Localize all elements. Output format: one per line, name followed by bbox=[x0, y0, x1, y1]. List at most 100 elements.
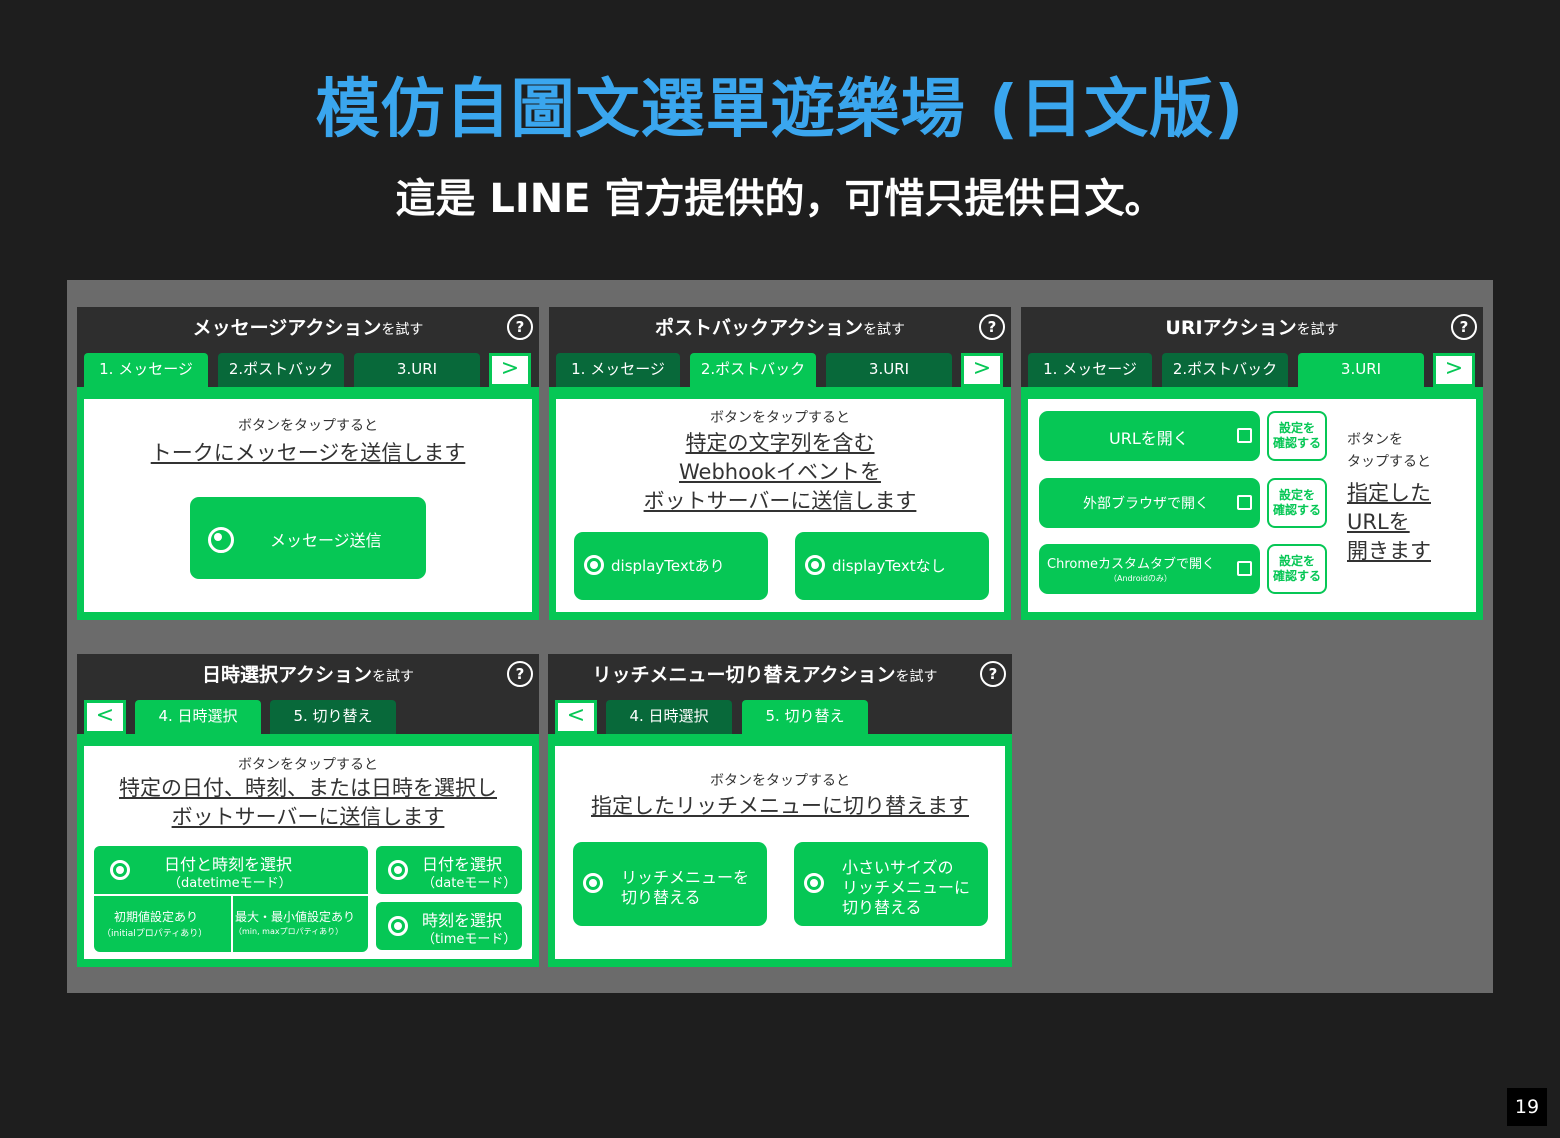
description-line: ボットサーバーに送信します bbox=[171, 805, 445, 829]
help-icon[interactable]: ? bbox=[979, 314, 1005, 340]
panel-body: URLを開く 設定を 確認する 外部ブラウザで開く 設定を 確認する Chromeカ… bbox=[1021, 387, 1483, 620]
help-icon[interactable]: ? bbox=[980, 661, 1006, 687]
button-label: Chromeカスタムタブで開く bbox=[1047, 557, 1215, 572]
chevron-right-icon[interactable]: > bbox=[1433, 353, 1475, 387]
tap-prompt: ボタンをタップすると bbox=[710, 773, 850, 789]
help-icon[interactable]: ? bbox=[507, 661, 533, 687]
confirm-settings-button[interactable]: 設定を 確認する bbox=[1267, 544, 1327, 594]
panel-title: リッチメニュー切り替えアクションを試す bbox=[592, 664, 938, 686]
android-only-note: （Androidのみ） bbox=[1109, 574, 1172, 583]
radio-icon bbox=[584, 555, 604, 575]
radio-icon bbox=[388, 860, 408, 880]
panel-content: ボタンをタップすると 特定の日付、時刻、または日時を選択し ボットサーバーに送信… bbox=[84, 746, 532, 959]
confirm-settings-button[interactable]: 設定を 確認する bbox=[1267, 411, 1327, 461]
external-link-icon bbox=[1237, 561, 1252, 576]
button-label: displayTextなし bbox=[832, 557, 946, 575]
initial-value-option[interactable]: 初期値設定あり （initialプロパティあり） bbox=[94, 896, 231, 952]
panel-header: リッチメニュー切り替えアクションを試す ? < 4. 日時選択 5. 切り替え bbox=[548, 654, 1012, 734]
time-mode-button[interactable]: 時刻を選択 （timeモード） bbox=[376, 902, 522, 950]
display-text-on-button[interactable]: displayTextあり bbox=[574, 532, 768, 600]
panel-header: URIアクションを試す ? 1. メッセージ 2.ポストバック 3.URI > bbox=[1021, 307, 1483, 387]
external-link-icon bbox=[1237, 428, 1252, 443]
description-line: ボットサーバーに送信します bbox=[643, 489, 917, 513]
panel-richmenu-switch-action: リッチメニュー切り替えアクションを試す ? < 4. 日時選択 5. 切り替え … bbox=[548, 654, 1012, 967]
action-description: トークにメッセージを送信します bbox=[150, 441, 466, 465]
tab-datetime[interactable]: 4. 日時選択 bbox=[606, 700, 732, 734]
button-label: メッセージ送信 bbox=[270, 531, 382, 550]
radio-icon bbox=[804, 873, 824, 893]
action-description: 指定したリッチメニューに切り替えます bbox=[591, 794, 969, 818]
panel-body: ボタンをタップすると 特定の文字列を含む Webhookイベントを ボットサーバ… bbox=[549, 387, 1011, 620]
display-text-off-button[interactable]: displayTextなし bbox=[795, 532, 989, 600]
chevron-left-icon[interactable]: < bbox=[555, 700, 597, 734]
chevron-left-icon[interactable]: < bbox=[84, 700, 126, 734]
date-mode-button[interactable]: 日付を選択 （dateモード） bbox=[376, 846, 522, 894]
send-message-button[interactable]: メッセージ送信 bbox=[190, 497, 426, 579]
tab-postback[interactable]: 2.ポストバック bbox=[1162, 353, 1288, 387]
panel-title: メッセージアクションを試す bbox=[192, 317, 424, 339]
panel-datetime-action: 日時選択アクションを試す ? < 4. 日時選択 5. 切り替え ボタンをタップ… bbox=[77, 654, 539, 967]
panel-header: ポストバックアクションを試す ? 1. メッセージ 2.ポストバック 3.URI… bbox=[549, 307, 1011, 387]
description-line: 指定した bbox=[1347, 481, 1431, 505]
radio-icon bbox=[805, 555, 825, 575]
slide-subtitle: 這是 LINE 官方提供的，可惜只提供日文。 bbox=[395, 176, 1165, 222]
open-url-button[interactable]: URLを開く bbox=[1039, 411, 1260, 461]
tab-uri[interactable]: 3.URI bbox=[1298, 353, 1424, 387]
open-external-browser-button[interactable]: 外部ブラウザで開く bbox=[1039, 478, 1260, 528]
panel-uri-action: URIアクションを試す ? 1. メッセージ 2.ポストバック 3.URI > … bbox=[1021, 307, 1483, 620]
radio-icon bbox=[110, 860, 130, 880]
description-line: 特定の日付、時刻、または日時を選択し bbox=[119, 776, 497, 800]
tab-message[interactable]: 1. メッセージ bbox=[556, 353, 680, 387]
button-label: 切り替える bbox=[842, 898, 922, 917]
panel-header: メッセージアクションを試す ? 1. メッセージ 2.ポストバック 3.URI … bbox=[77, 307, 539, 387]
page-number: 19 bbox=[1507, 1088, 1547, 1126]
panel-header: 日時選択アクションを試す ? < 4. 日時選択 5. 切り替え bbox=[77, 654, 539, 734]
description-line: 特定の文字列を含む bbox=[685, 431, 875, 455]
min-max-option[interactable]: 最大・最小値設定あり （min, maxプロパティあり） bbox=[233, 896, 368, 952]
tab-postback[interactable]: 2.ポストバック bbox=[690, 353, 816, 387]
tab-switch[interactable]: 5. 切り替え bbox=[270, 700, 396, 734]
mode-note: （timeモード） bbox=[422, 932, 517, 947]
panel-content: URLを開く 設定を 確認する 外部ブラウザで開く 設定を 確認する Chromeカ… bbox=[1028, 399, 1476, 612]
panel-body: ボタンをタップすると 指定したリッチメニューに切り替えます リッチメニューを 切… bbox=[548, 734, 1012, 967]
tab-datetime[interactable]: 4. 日時選択 bbox=[135, 700, 261, 734]
option-label: 初期値設定あり bbox=[114, 910, 199, 924]
mode-note: （dateモード） bbox=[422, 876, 517, 891]
tab-uri[interactable]: 3.URI bbox=[826, 353, 952, 387]
tap-prompt: ボタンをタップすると bbox=[238, 757, 378, 773]
panel-body: ボタンをタップすると 特定の日付、時刻、または日時を選択し ボットサーバーに送信… bbox=[77, 734, 539, 967]
panel-content: ボタンをタップすると 指定したリッチメニューに切り替えます リッチメニューを 切… bbox=[555, 746, 1005, 959]
tab-postback[interactable]: 2.ポストバック bbox=[218, 353, 344, 387]
chevron-right-icon[interactable]: > bbox=[961, 353, 1003, 387]
switch-small-richmenu-button[interactable]: 小さいサイズの リッチメニューに 切り替える bbox=[794, 842, 988, 926]
description-line: 開きます bbox=[1347, 539, 1431, 563]
confirm-settings-button[interactable]: 設定を 確認する bbox=[1267, 478, 1327, 528]
description-line: Webhookイベントを bbox=[679, 460, 881, 484]
tap-prompt: ボタンを bbox=[1347, 432, 1403, 448]
panel-title: ポストバックアクションを試す bbox=[654, 317, 906, 339]
panel-content: ボタンをタップすると トークにメッセージを送信します メッセージ送信 bbox=[84, 399, 532, 612]
external-link-icon bbox=[1237, 495, 1252, 510]
button-label: URLを開く bbox=[1109, 429, 1189, 448]
radio-icon bbox=[208, 527, 234, 553]
panel-title: URIアクションを試す bbox=[1165, 317, 1339, 339]
tab-message[interactable]: 1. メッセージ bbox=[1028, 353, 1152, 387]
chevron-right-icon[interactable]: > bbox=[489, 353, 531, 387]
button-label: 外部ブラウザで開く bbox=[1083, 496, 1209, 512]
tab-uri[interactable]: 3.URI bbox=[354, 353, 480, 387]
switch-richmenu-button[interactable]: リッチメニューを 切り替える bbox=[573, 842, 767, 926]
panel-body: ボタンをタップすると トークにメッセージを送信します メッセージ送信 bbox=[77, 387, 539, 620]
open-chrome-custom-tab-button[interactable]: Chromeカスタムタブで開く （Androidのみ） bbox=[1039, 544, 1260, 594]
tab-message[interactable]: 1. メッセージ bbox=[84, 353, 208, 387]
panel-content: ボタンをタップすると 特定の文字列を含む Webhookイベントを ボットサーバ… bbox=[556, 399, 1004, 612]
tab-switch[interactable]: 5. 切り替え bbox=[742, 700, 868, 734]
help-icon[interactable]: ? bbox=[1451, 314, 1477, 340]
tap-prompt: ボタンをタップすると bbox=[710, 410, 850, 426]
option-note: （min, maxプロパティあり） bbox=[234, 927, 344, 936]
help-icon[interactable]: ? bbox=[507, 314, 533, 340]
panel-title: 日時選択アクションを試す bbox=[201, 664, 415, 686]
datetime-mode-button[interactable]: 日付と時刻を選択 （datetimeモード） bbox=[94, 846, 368, 894]
radio-icon bbox=[583, 873, 603, 893]
playground-screenshots: メッセージアクションを試す ? 1. メッセージ 2.ポストバック 3.URI … bbox=[67, 280, 1493, 993]
description-line: URLを bbox=[1347, 510, 1410, 534]
